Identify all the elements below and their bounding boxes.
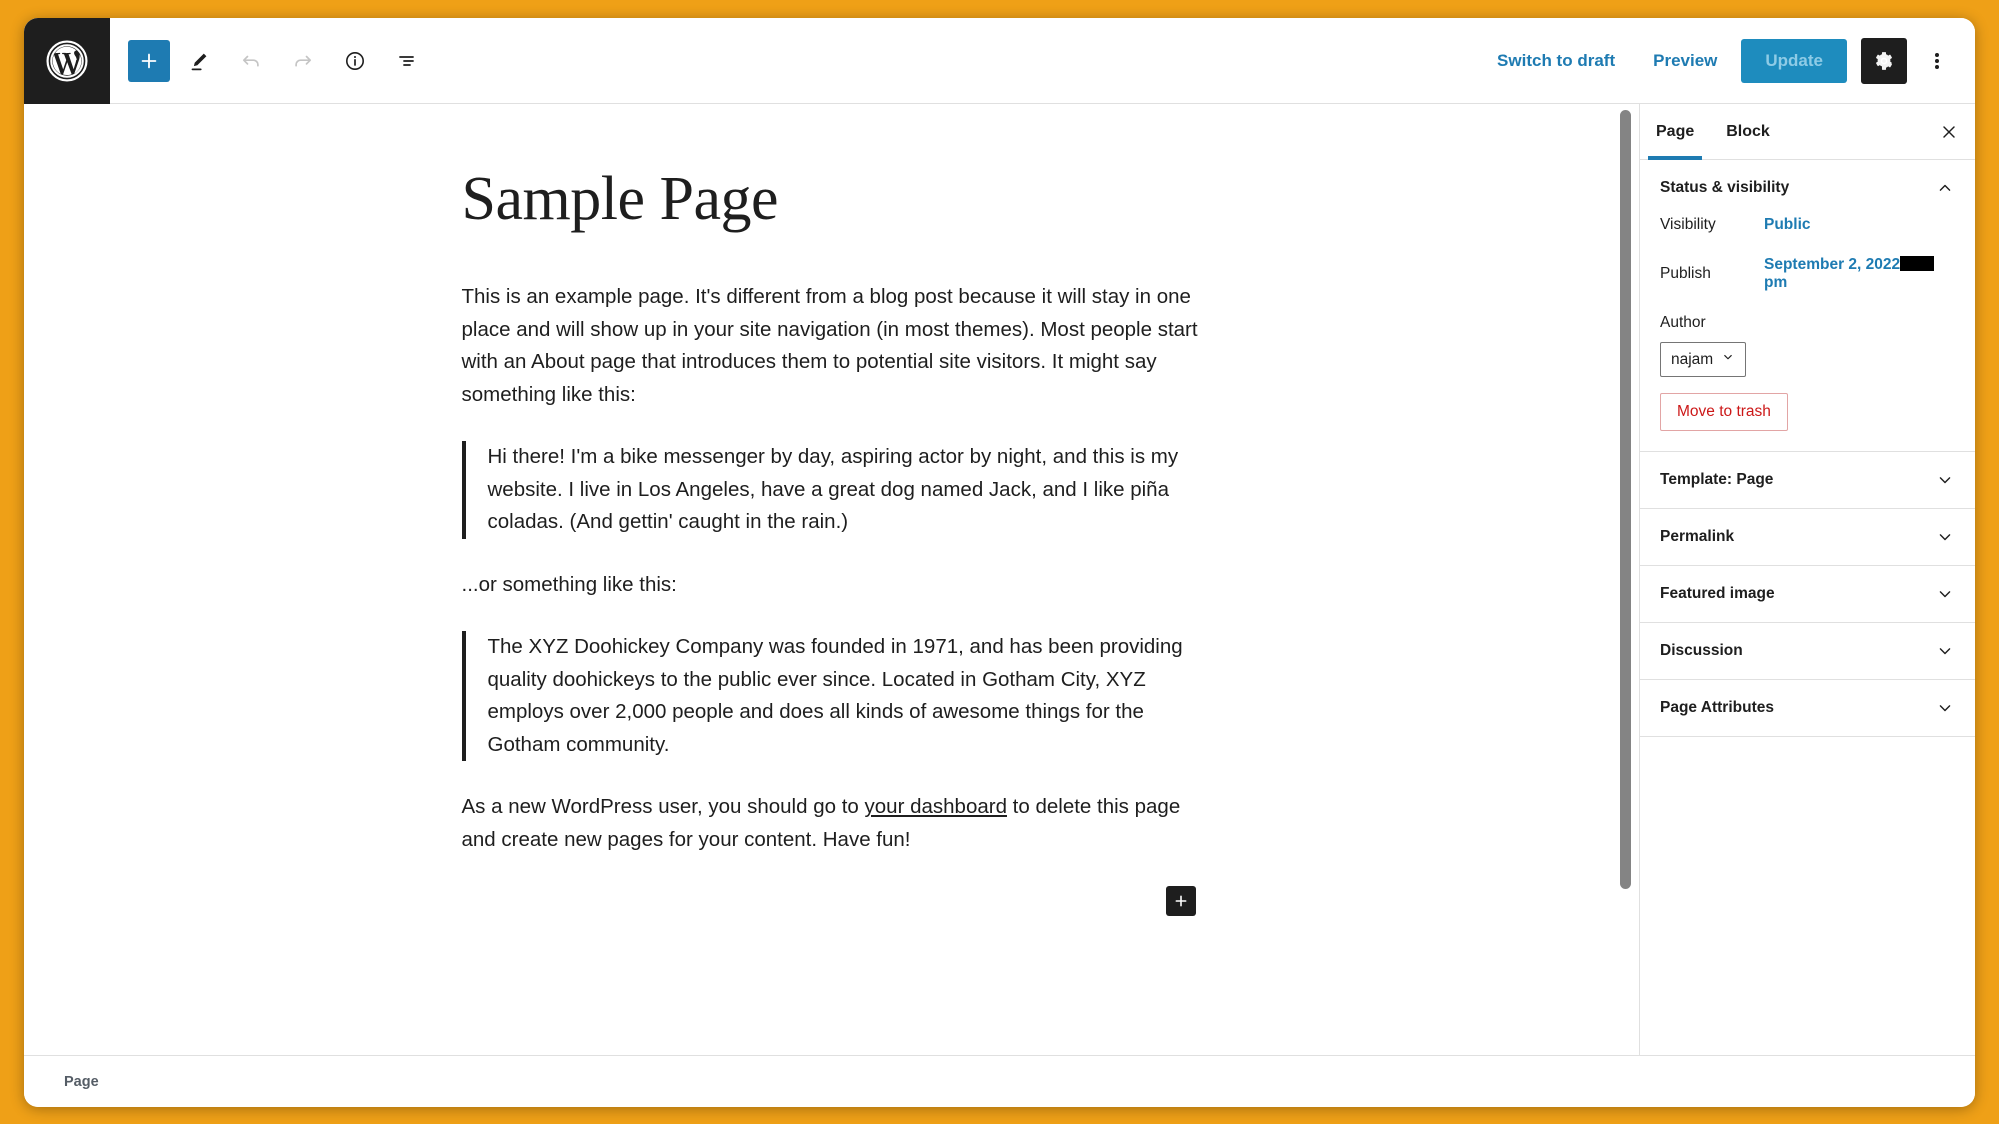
panel-template: Template: Page <box>1640 452 1975 509</box>
close-icon <box>1943 125 1955 138</box>
closing-text-before: As a new WordPress user, you should go t… <box>461 795 865 819</box>
panel-permalink: Permalink <box>1640 509 1975 566</box>
editor-canvas[interactable]: Sample Page This is an example page. It'… <box>24 104 1639 1055</box>
list-view-icon <box>399 55 414 66</box>
panel-permalink-header[interactable]: Permalink <box>1640 509 1975 565</box>
details-button[interactable] <box>332 38 378 84</box>
panel-status-visibility-body: Visibility Public Publish September 2, 2… <box>1640 216 1975 451</box>
preview-button[interactable]: Preview <box>1639 41 1731 81</box>
editor-header: Switch to draft Preview Update <box>24 18 1975 104</box>
visibility-label: Visibility <box>1660 216 1716 233</box>
panel-page-attributes: Page Attributes <box>1640 680 1975 737</box>
chevron-down-icon <box>1935 527 1955 547</box>
page-title[interactable]: Sample Page <box>462 164 1202 235</box>
switch-to-draft-button[interactable]: Switch to draft <box>1483 41 1629 81</box>
chevron-down-icon <box>1935 698 1955 718</box>
pencil-icon <box>191 53 207 70</box>
panel-title: Permalink <box>1660 528 1735 545</box>
undo-arrow-icon <box>242 55 259 67</box>
redo-arrow-icon <box>295 55 312 67</box>
list-view-button[interactable] <box>384 38 430 84</box>
quote-block-xyz-doohickey[interactable]: The XYZ Doohickey Company was founded in… <box>461 631 1202 762</box>
panel-title: Page Attributes <box>1660 699 1774 716</box>
more-menu-button[interactable] <box>1917 38 1957 84</box>
redo-button[interactable] <box>280 38 326 84</box>
update-button[interactable]: Update <box>1741 38 1847 83</box>
editor-footer: Page <box>24 1055 1975 1107</box>
panel-status-visibility: Status & visibility Visibility Public Pu… <box>1640 160 1975 452</box>
header-tools-group <box>110 38 430 84</box>
breadcrumb[interactable]: Page <box>64 1074 99 1090</box>
chevron-down-icon <box>1935 470 1955 490</box>
tab-page[interactable]: Page <box>1640 105 1710 160</box>
editor-window: Switch to draft Preview Update Sample Pa… <box>24 18 1975 1107</box>
sidebar-close-button[interactable] <box>1927 110 1971 154</box>
settings-toggle-button[interactable] <box>1861 37 1907 84</box>
chevron-up-icon <box>1935 178 1955 198</box>
publish-date-text: September 2, 2022 <box>1764 256 1901 273</box>
publish-row: Publish September 2, 2022pm <box>1660 256 1955 292</box>
quote-block-bike-messenger[interactable]: Hi there! I'm a bike messenger by day, a… <box>461 441 1202 539</box>
canvas-scrollbar[interactable] <box>1620 110 1631 889</box>
quote-text: Hi there! I'm a bike messenger by day, a… <box>487 445 1179 534</box>
paragraph-block-or-something[interactable]: ...or something like this: <box>462 569 1202 602</box>
panel-featured-image: Featured image <box>1640 566 1975 623</box>
block-appender-button[interactable] <box>1165 886 1196 917</box>
chevron-down-icon <box>1721 350 1735 369</box>
gear-icon <box>1876 51 1892 70</box>
paragraph-block-intro[interactable]: This is an example page. It's different … <box>462 281 1202 411</box>
chevron-down-icon <box>1935 584 1955 604</box>
panel-featured-image-header[interactable]: Featured image <box>1640 566 1975 622</box>
tab-block[interactable]: Block <box>1710 105 1786 159</box>
panel-template-header[interactable]: Template: Page <box>1640 452 1975 508</box>
post-content-column: Sample Page This is an example page. It'… <box>461 104 1202 917</box>
publish-date-button[interactable]: September 2, 2022pm <box>1764 256 1955 292</box>
author-label: Author <box>1660 314 1706 331</box>
paragraph-block-closing[interactable]: As a new WordPress user, you should go t… <box>462 791 1202 856</box>
block-appender-row <box>462 886 1202 917</box>
panel-title: Template: Page <box>1660 471 1774 488</box>
panel-title: Status & visibility <box>1660 179 1790 196</box>
editor-body: Sample Page This is an example page. It'… <box>24 104 1975 1055</box>
panel-title: Featured image <box>1660 585 1775 602</box>
visibility-value-button[interactable]: Public <box>1764 216 1811 234</box>
sidebar-tab-bar: Page Block <box>1640 104 1975 160</box>
redacted-time-block <box>1900 256 1935 271</box>
wordpress-logo-icon[interactable] <box>24 18 110 104</box>
publish-meridiem-text: pm <box>1764 274 1788 291</box>
header-actions-group: Switch to draft Preview Update <box>1483 37 1975 84</box>
tools-button[interactable] <box>176 38 222 84</box>
add-block-button[interactable] <box>128 39 170 82</box>
settings-sidebar: Page Block Status & visibility Visibilit… <box>1639 104 1975 1055</box>
publish-label: Publish <box>1660 265 1711 282</box>
panel-page-attributes-header[interactable]: Page Attributes <box>1640 680 1975 736</box>
panel-title: Discussion <box>1660 642 1743 659</box>
plus-icon <box>1175 895 1186 907</box>
panel-discussion-header[interactable]: Discussion <box>1640 623 1975 679</box>
chevron-down-icon <box>1935 641 1955 661</box>
undo-button[interactable] <box>228 38 274 84</box>
panel-status-visibility-header[interactable]: Status & visibility <box>1640 160 1975 216</box>
plus-icon <box>141 53 157 68</box>
move-to-trash-button[interactable]: Move to trash <box>1660 393 1788 431</box>
author-select[interactable]: najam <box>1660 342 1747 377</box>
quote-text: The XYZ Doohickey Company was founded in… <box>487 635 1183 756</box>
panel-discussion: Discussion <box>1640 623 1975 680</box>
info-circle-icon <box>346 51 364 70</box>
dashboard-link[interactable]: your dashboard <box>865 795 1007 818</box>
visibility-row: Visibility Public <box>1660 216 1955 234</box>
kebab-menu-icon <box>1935 51 1939 71</box>
author-value: najam <box>1671 350 1714 368</box>
